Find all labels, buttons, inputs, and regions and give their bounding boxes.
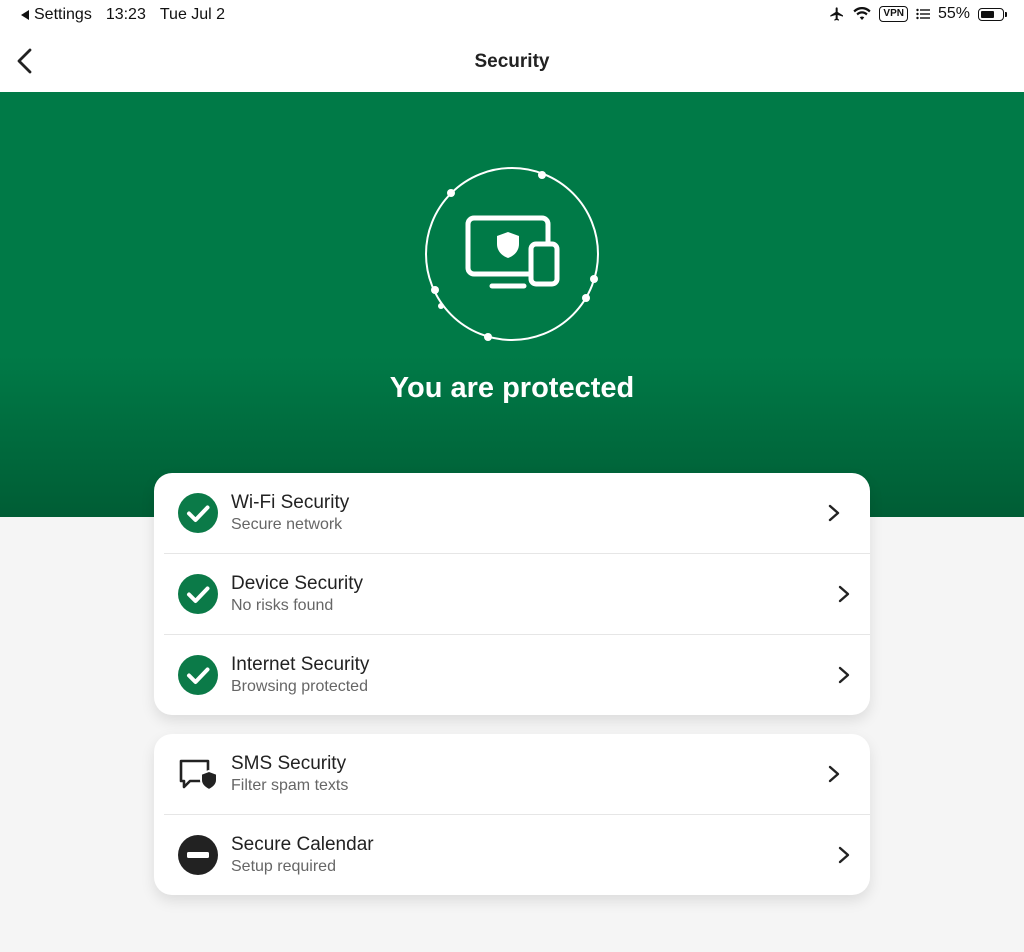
check-icon xyxy=(178,655,218,695)
extra-features-card: SMS Security Filter spam texts Secure Ca… xyxy=(154,734,870,895)
back-triangle-icon xyxy=(21,10,29,20)
protected-devices-icon xyxy=(425,167,599,341)
status-date: Tue Jul 2 xyxy=(159,6,226,23)
chevron-right-icon xyxy=(838,846,850,864)
list-item-internet-security[interactable]: Internet Security Browsing protected xyxy=(164,634,870,715)
row-subtitle: Browsing protected xyxy=(231,678,368,695)
row-subtitle: Secure network xyxy=(231,516,343,533)
check-icon xyxy=(178,493,218,533)
battery-icon xyxy=(978,7,1007,21)
list-item-device-security[interactable]: Device Security No risks found xyxy=(164,553,870,634)
message-shield-icon xyxy=(179,759,218,792)
airplane-icon xyxy=(830,7,844,21)
list-item-secure-calendar[interactable]: Secure Calendar Setup required xyxy=(164,814,870,895)
chevron-right-icon xyxy=(838,585,850,603)
status-bar: Settings 13:23 Tue Jul 2 VPN 55% xyxy=(0,0,1024,30)
row-subtitle: Setup required xyxy=(231,858,336,875)
battery-percent: 55% xyxy=(937,5,970,22)
row-title: Internet Security xyxy=(231,654,370,675)
status-time: 13:23 xyxy=(105,6,146,23)
list-icon xyxy=(916,8,930,20)
back-app-label: Settings xyxy=(34,6,92,23)
row-subtitle: Filter spam texts xyxy=(231,777,349,794)
wifi-icon xyxy=(853,7,872,20)
row-title: SMS Security xyxy=(231,753,347,774)
minus-circle-icon xyxy=(178,835,218,875)
list-item-sms-security[interactable]: SMS Security Filter spam texts xyxy=(154,734,870,814)
back-to-settings[interactable]: Settings xyxy=(20,6,92,24)
protection-hero: You are protected xyxy=(0,92,1024,517)
row-title: Device Security xyxy=(231,573,363,594)
chevron-right-icon xyxy=(828,504,840,522)
row-title: Secure Calendar xyxy=(231,834,374,855)
chevron-right-icon xyxy=(838,666,850,684)
protection-status-title: You are protected xyxy=(389,372,635,404)
nav-bar: Security xyxy=(0,30,1024,92)
row-title: Wi-Fi Security xyxy=(231,492,350,513)
check-icon xyxy=(178,574,218,614)
list-item-wifi-security[interactable]: Wi-Fi Security Secure network xyxy=(154,473,870,553)
row-subtitle: No risks found xyxy=(231,597,334,614)
page-title: Security xyxy=(474,51,550,72)
vpn-badge: VPN xyxy=(879,6,908,22)
protection-card: Wi-Fi Security Secure network Device Sec… xyxy=(154,473,870,715)
chevron-right-icon xyxy=(828,765,840,783)
